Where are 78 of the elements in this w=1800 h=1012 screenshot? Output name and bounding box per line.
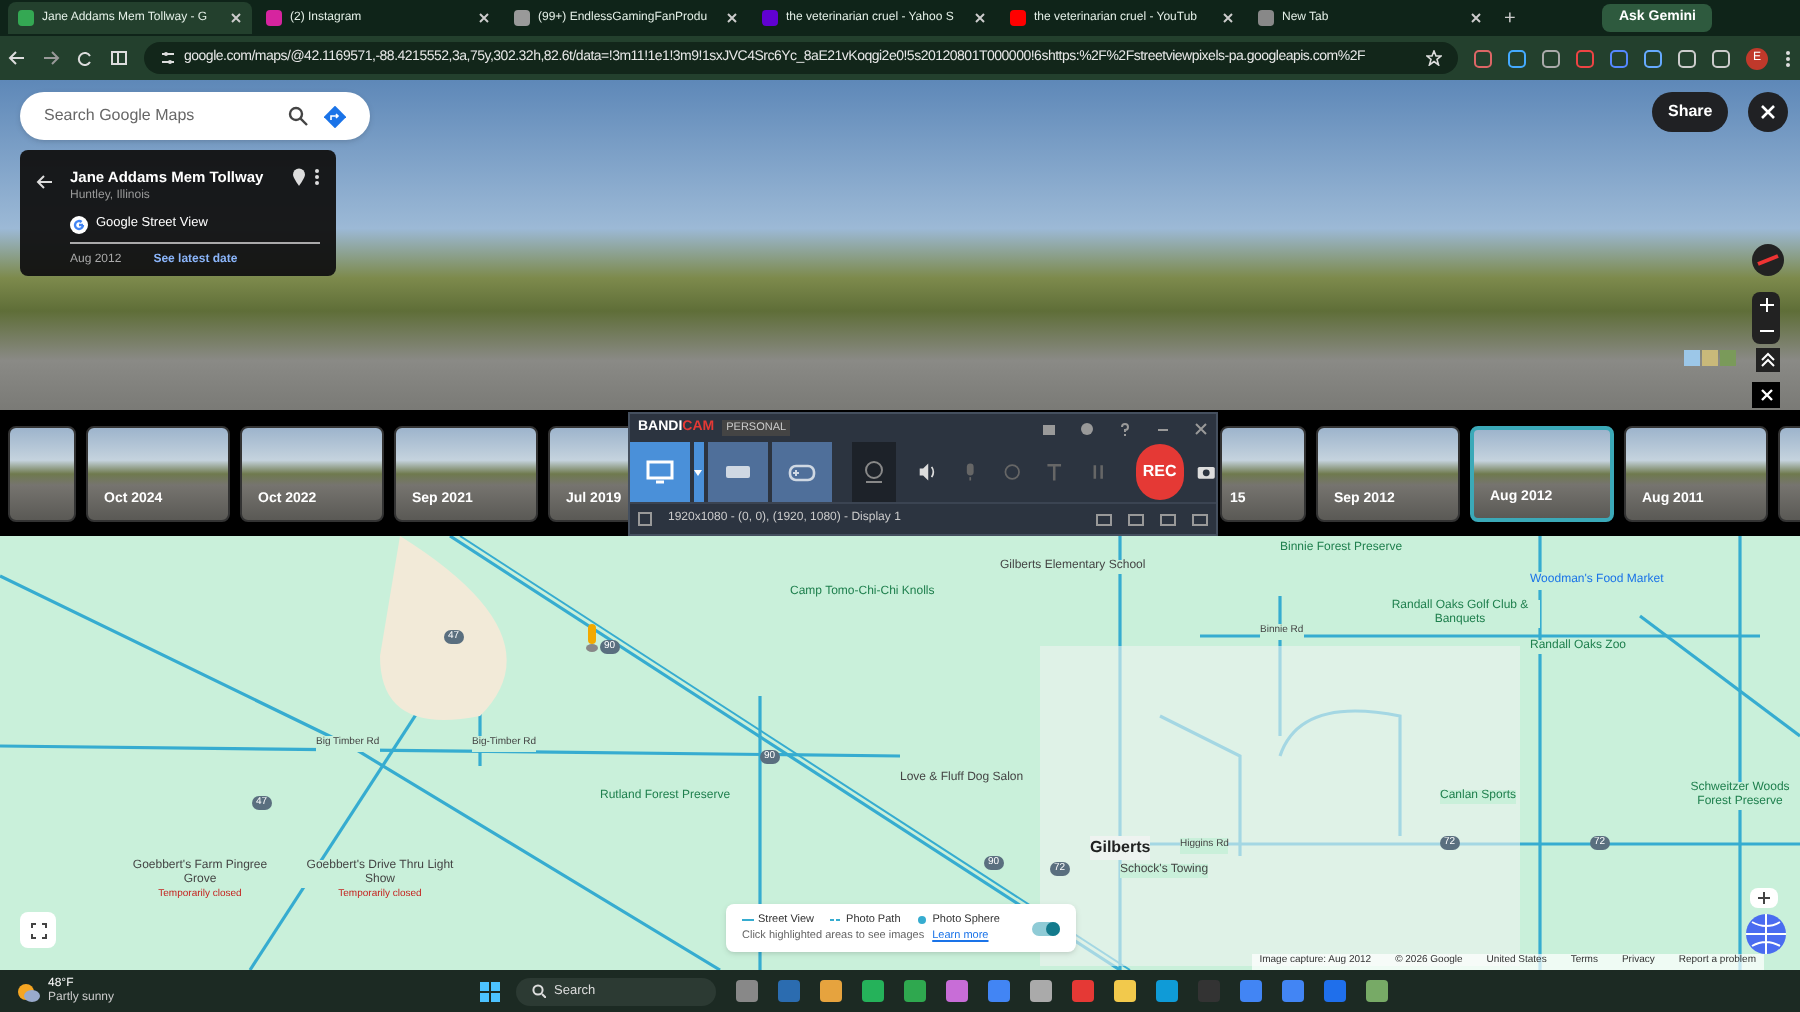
layers-thumbnail-icon[interactable] [1684,350,1736,366]
share-button[interactable]: Share [1652,92,1729,132]
back-arrow-icon[interactable] [36,174,54,190]
app-icon[interactable] [946,980,968,1002]
expand-icon[interactable] [1756,348,1780,372]
zoom-in-icon [1758,892,1770,904]
zoom-control[interactable] [1752,292,1780,344]
webcam-button[interactable] [851,442,896,502]
search-icon[interactable] [288,106,308,126]
app-icon[interactable] [1072,980,1094,1002]
fullscreen-icon [29,921,47,939]
close-icon[interactable] [726,12,738,24]
close-icon[interactable] [1470,12,1482,24]
dashed-line-icon [830,915,843,924]
close-icon[interactable] [974,12,986,24]
directions-icon[interactable] [324,105,346,127]
device-mode-button[interactable] [707,442,768,502]
sidebar-icon[interactable] [110,50,128,66]
app-icon[interactable] [1366,980,1388,1002]
app-icon[interactable] [904,980,926,1002]
dot-icon [916,915,929,924]
site-icon [18,10,34,26]
new-tab-button[interactable]: + [1496,3,1524,33]
camera-icon[interactable] [1195,462,1217,482]
menu-icon[interactable] [1784,49,1792,67]
forward-icon[interactable] [42,50,60,66]
app-icon[interactable] [1324,980,1346,1002]
speaker-icon[interactable] [917,460,938,484]
app-icon[interactable] [1240,980,1262,1002]
app-icon[interactable] [1030,980,1052,1002]
site-settings-icon[interactable] [160,50,176,66]
close-timeline-button[interactable] [1752,382,1780,408]
fullscreen-button[interactable] [20,912,56,948]
pin-icon[interactable] [292,168,306,187]
app-icon[interactable] [820,980,842,1002]
site-icon [266,10,282,26]
webcam-icon [861,460,886,484]
device-icon [723,464,752,480]
close-icon[interactable] [230,12,242,24]
help-icon[interactable] [1118,421,1132,435]
timeline-thumbnail[interactable] [8,425,76,521]
windows-start-icon[interactable] [480,981,500,1001]
game-mode-button[interactable] [771,442,832,502]
reload-icon[interactable] [76,50,94,66]
record-button[interactable]: REC [1135,444,1184,500]
search-field[interactable]: Search Google Maps [20,92,370,140]
pegman-icon[interactable] [586,624,598,652]
search-icon [532,984,546,998]
more-icon[interactable] [314,168,320,187]
weather-icon[interactable] [16,981,40,1001]
site-icon [762,10,778,26]
line-icon [742,915,754,924]
zoom-in-button[interactable] [1750,888,1778,908]
app-icon[interactable] [862,980,884,1002]
dropdown-button[interactable] [693,442,704,502]
site-icon [1010,10,1026,26]
globe-icon[interactable] [1744,912,1788,956]
site-icon [1258,10,1274,26]
app-icon[interactable] [1282,980,1304,1002]
back-icon[interactable] [8,50,26,66]
bookmark-star-icon[interactable] [1426,50,1442,66]
close-icon[interactable] [478,12,490,24]
zoom-out-icon[interactable] [1759,324,1773,338]
site-icon [514,10,530,26]
google-logo-icon [70,215,88,234]
caret-icon [694,469,703,475]
checkbox-icon[interactable] [638,512,652,526]
app-icon[interactable] [1156,980,1178,1002]
gamepad-icon [787,462,816,482]
monitor-icon [645,460,674,484]
compass-icon[interactable] [1752,244,1784,276]
app-icon[interactable] [1114,980,1136,1002]
zoom-in-icon[interactable] [1759,298,1773,312]
close-icon[interactable] [1222,12,1234,24]
app-icon[interactable] [988,980,1010,1002]
toggle-switch[interactable] [1032,921,1060,935]
app-icon[interactable] [736,980,758,1002]
town-label: Gilberts [1090,836,1151,860]
